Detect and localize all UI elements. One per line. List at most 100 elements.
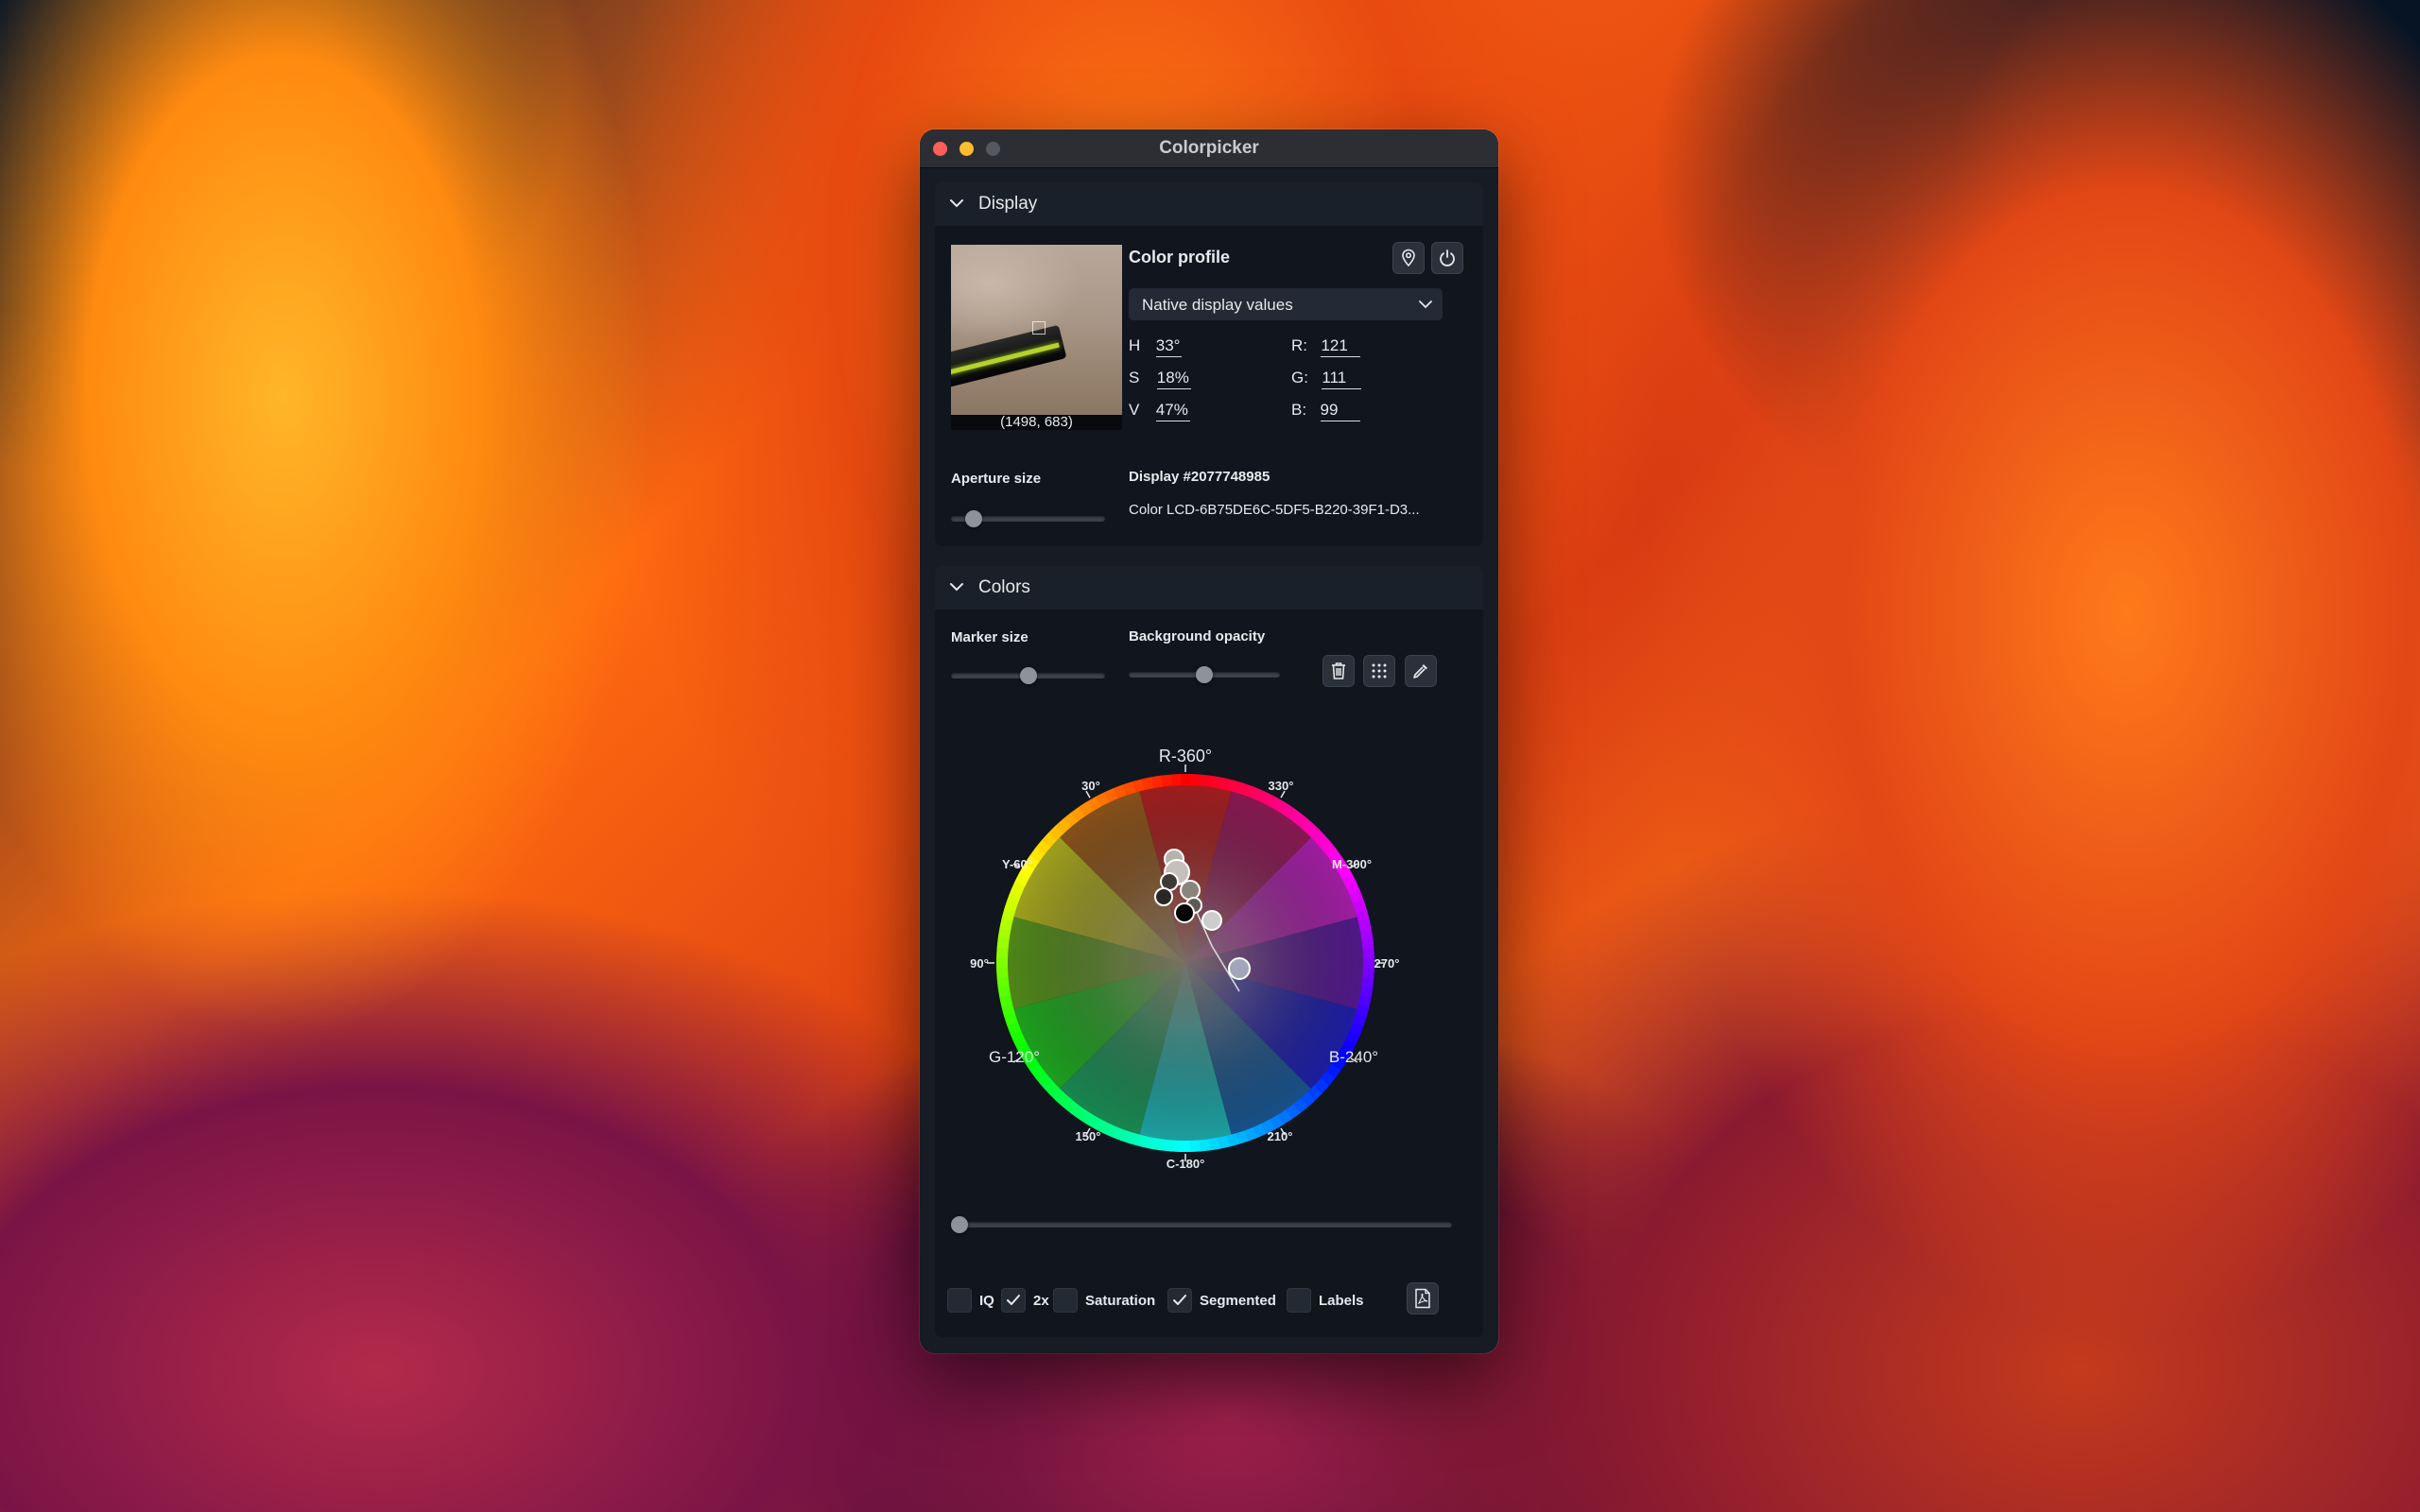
- pdf-export-icon: [1415, 1288, 1430, 1309]
- display-section-label: Display: [978, 194, 1038, 214]
- background-opacity-knob[interactable]: [1196, 666, 1213, 683]
- wheel-ring-slice: [1361, 976, 1374, 988]
- colorpicker-window: Colorpicker Display (1498, 683) Color pr…: [920, 129, 1498, 1353]
- chevron-down-icon: [950, 583, 963, 592]
- wheel-label-blue: B-240°: [1329, 1048, 1378, 1066]
- wheel-ring-slice: [1180, 1140, 1191, 1152]
- magnifier-preview: [951, 245, 1122, 415]
- display-section: Display (1498, 683) Color profile Native…: [935, 182, 1483, 546]
- wheel-ring-slice: [1160, 1139, 1172, 1152]
- value-key: V: [1129, 401, 1140, 419]
- blue-value: 99: [1320, 401, 1360, 421]
- value-row: V 47%: [1129, 401, 1242, 433]
- wheel-ring-slice: [1169, 774, 1182, 786]
- wheel-ring-slice: [1362, 947, 1374, 959]
- color-marker[interactable]: [1180, 880, 1201, 901]
- wheel-label-cyan: C-180°: [1167, 1157, 1205, 1171]
- wheel-ring-slice: [1189, 774, 1201, 786]
- wheel-ring-slice: [996, 967, 1009, 979]
- wheel-ring-slice: [1362, 967, 1374, 979]
- wheel-label-210: 210°: [1268, 1129, 1293, 1143]
- color-profile-value: Native display values: [1142, 296, 1293, 314]
- marker-size-knob[interactable]: [1019, 667, 1037, 684]
- hue-key: H: [1129, 336, 1141, 354]
- red-row: R: 121: [1291, 336, 1424, 369]
- checkmark-icon: [1173, 1295, 1186, 1305]
- hsv-values: H 33° S 18% V 47%: [1129, 336, 1242, 433]
- wheel-ring-slice: [1189, 1140, 1201, 1152]
- hue-value: 33°: [1155, 336, 1183, 357]
- saturation-value: 18%: [1156, 369, 1191, 389]
- marker-size-label: Marker size: [951, 629, 1028, 645]
- title-bar[interactable]: Colorpicker: [920, 129, 1498, 168]
- color-marker[interactable]: [1201, 910, 1222, 931]
- window-title: Colorpicker: [1159, 138, 1259, 158]
- wheel-label-330: 330°: [1269, 779, 1294, 793]
- wheel-ring-slice: [996, 957, 1009, 969]
- trash-button[interactable]: [1322, 655, 1355, 687]
- wheel-label-yellow: Y-60°: [1002, 857, 1032, 871]
- wheel-label-270: 270°: [1374, 956, 1400, 971]
- 2x-checkbox[interactable]: [1001, 1288, 1026, 1313]
- location-pin-icon: [1402, 249, 1415, 267]
- eyedropper-button[interactable]: [1405, 655, 1437, 687]
- red-value: 121: [1321, 336, 1361, 357]
- color-marker[interactable]: [1228, 957, 1251, 980]
- pin-button[interactable]: [1392, 242, 1425, 274]
- eyedropper-icon: [1413, 664, 1427, 679]
- grid-icon: [1372, 663, 1387, 679]
- chevron-down-icon: [1419, 301, 1432, 309]
- wheel-label-green: G-120°: [989, 1048, 1040, 1066]
- saturation-label: Saturation: [1085, 1293, 1156, 1309]
- hue-row: H 33°: [1129, 336, 1242, 369]
- checkmark-icon: [1007, 1295, 1020, 1305]
- wheel-ring-slice: [996, 947, 1009, 959]
- power-icon: [1440, 249, 1455, 266]
- color-marker[interactable]: [1174, 902, 1195, 923]
- color-marker[interactable]: [1154, 887, 1173, 906]
- labels-label: Labels: [1319, 1293, 1364, 1309]
- green-value: 111: [1322, 369, 1362, 389]
- trash-icon: [1332, 662, 1345, 679]
- blue-row: B: 99: [1291, 401, 1424, 433]
- color-wheel[interactable]: R-360° 330° M-300° 270° B-240° 210° C-18…: [935, 708, 1483, 1171]
- grid-button[interactable]: [1363, 655, 1395, 687]
- green-key: G:: [1291, 369, 1308, 387]
- wheel-ring-slice: [1199, 774, 1211, 787]
- wheel-ring-slice: [1169, 1140, 1182, 1152]
- iq-label: IQ: [979, 1293, 994, 1309]
- color-profile-label: Color profile: [1129, 248, 1230, 266]
- 2x-label: 2x: [1033, 1293, 1049, 1309]
- display-section-header[interactable]: Display: [935, 182, 1483, 226]
- display-id: Display #2077748985: [1129, 469, 1270, 485]
- labels-checkbox[interactable]: [1287, 1288, 1311, 1313]
- red-key: R:: [1291, 336, 1307, 354]
- colors-section-header[interactable]: Colors: [935, 566, 1483, 610]
- background-opacity-label: Background opacity: [1129, 628, 1266, 644]
- wheel-label-red: R-360°: [1159, 747, 1212, 765]
- aperture-slider-knob[interactable]: [964, 510, 982, 527]
- segmented-checkbox[interactable]: [1167, 1288, 1192, 1313]
- green-row: G: 111: [1291, 369, 1424, 401]
- wheel-ring-slice: [1362, 957, 1374, 969]
- saturation-checkbox[interactable]: [1053, 1288, 1078, 1313]
- range-slider-knob[interactable]: [951, 1216, 968, 1233]
- aperture-marker: [1032, 321, 1046, 335]
- wheel-label-30: 30°: [1081, 779, 1100, 793]
- power-button[interactable]: [1431, 242, 1463, 274]
- range-slider-track[interactable]: [951, 1222, 1452, 1228]
- saturation-key: S: [1129, 369, 1140, 387]
- wheel-label-90: 90°: [970, 956, 989, 971]
- export-pdf-button[interactable]: [1407, 1282, 1439, 1314]
- wheel-label-150: 150°: [1076, 1129, 1101, 1143]
- color-profile-select[interactable]: Native display values: [1129, 288, 1443, 320]
- wheel-ring-slice: [1180, 774, 1191, 786]
- saturation-row: S 18%: [1129, 369, 1242, 401]
- display-profile-name: Color LCD-6B75DE6C-5DF5-B220-39F1-D3...: [1129, 502, 1420, 518]
- aperture-size-label: Aperture size: [951, 471, 1042, 487]
- chevron-down-icon: [950, 199, 963, 208]
- rgb-values: R: 121 G: 111 B: 99: [1291, 336, 1424, 433]
- iq-checkbox[interactable]: [947, 1288, 972, 1313]
- colors-section-label: Colors: [978, 577, 1030, 597]
- segmented-label: Segmented: [1200, 1293, 1276, 1309]
